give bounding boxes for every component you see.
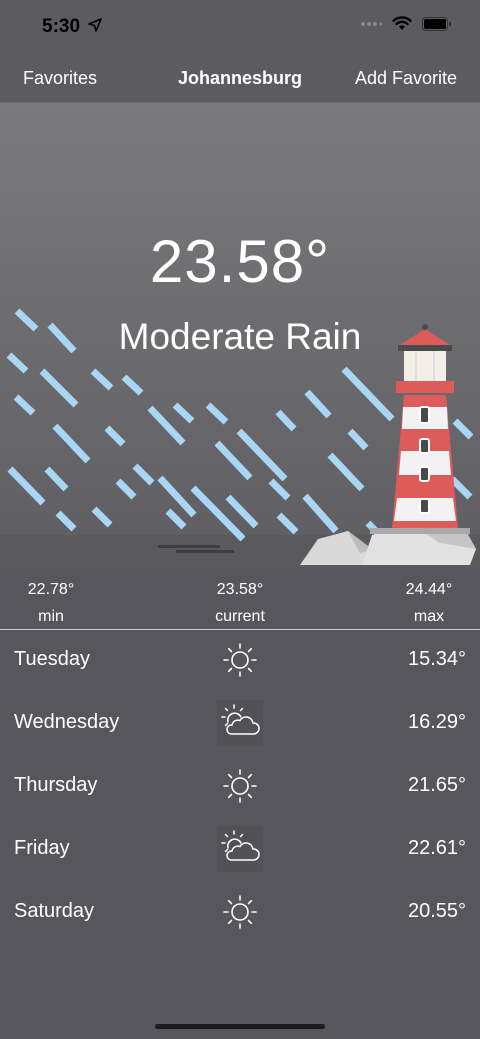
forecast-temperature: 16.29° (407, 711, 466, 733)
cellular-signal-icon (361, 21, 382, 26)
forecast-row-tuesday[interactable]: Tuesday 15.34° (0, 630, 480, 693)
current-temperature-value: 23.58° (216, 581, 264, 598)
forecast-day: Thursday (14, 774, 98, 796)
min-temperature-label: min (38, 608, 64, 625)
home-indicator[interactable] (155, 1024, 325, 1029)
forecast-day: Wednesday (14, 711, 120, 733)
forecast-temperature: 22.61° (407, 837, 466, 859)
battery-icon (422, 16, 451, 31)
forecast-row-saturday[interactable]: Saturday 20.55° (0, 882, 480, 945)
forecast-day: Friday (14, 837, 70, 859)
forecast-day: Tuesday (14, 648, 90, 670)
max-temperature-value: 24.44° (405, 581, 453, 598)
weather-condition: Moderate Rain (118, 316, 362, 357)
max-temperature-label: max (413, 608, 445, 625)
wifi-icon (392, 16, 412, 30)
forecast-temperature: 20.55° (407, 900, 466, 922)
sun-icon (223, 895, 257, 929)
min-temperature-value: 22.78° (27, 581, 75, 598)
current-temperature: 23.58° (149, 228, 331, 295)
forecast-temperature: 21.65° (407, 774, 466, 796)
status-time: 5:30 (42, 16, 81, 37)
weather-hero: 23.58° Moderate Rain (0, 103, 480, 569)
min-temperature: 22.78° min (0, 576, 111, 630)
forecast-day: Saturday (14, 900, 95, 922)
sun-icon (223, 643, 257, 677)
sun-icon (223, 769, 257, 803)
current-temperature-label: current (215, 608, 265, 625)
forecast-temperature: 15.34° (407, 648, 466, 670)
location-arrow-icon (88, 18, 102, 32)
navigation-bar: Favorites Johannesburg Add Favorite (0, 54, 480, 103)
current-temperature-summary: 23.58° current (180, 576, 300, 630)
forecast-row-thursday[interactable]: Thursday 21.65° (0, 756, 480, 819)
forecast-row-wednesday[interactable]: Wednesday 16.29° (0, 693, 480, 756)
status-bar: 5:30 (0, 0, 480, 54)
forecast-row-friday[interactable]: Friday 22.61° (0, 819, 480, 882)
partly-cloudy-icon (217, 826, 263, 872)
partly-cloudy-icon (217, 700, 263, 746)
temperature-summary: 22.78° min 23.58° current 24.44° max (0, 569, 480, 630)
add-favorite-button[interactable]: Add Favorite (355, 68, 457, 89)
max-temperature: 24.44° max (369, 576, 480, 630)
